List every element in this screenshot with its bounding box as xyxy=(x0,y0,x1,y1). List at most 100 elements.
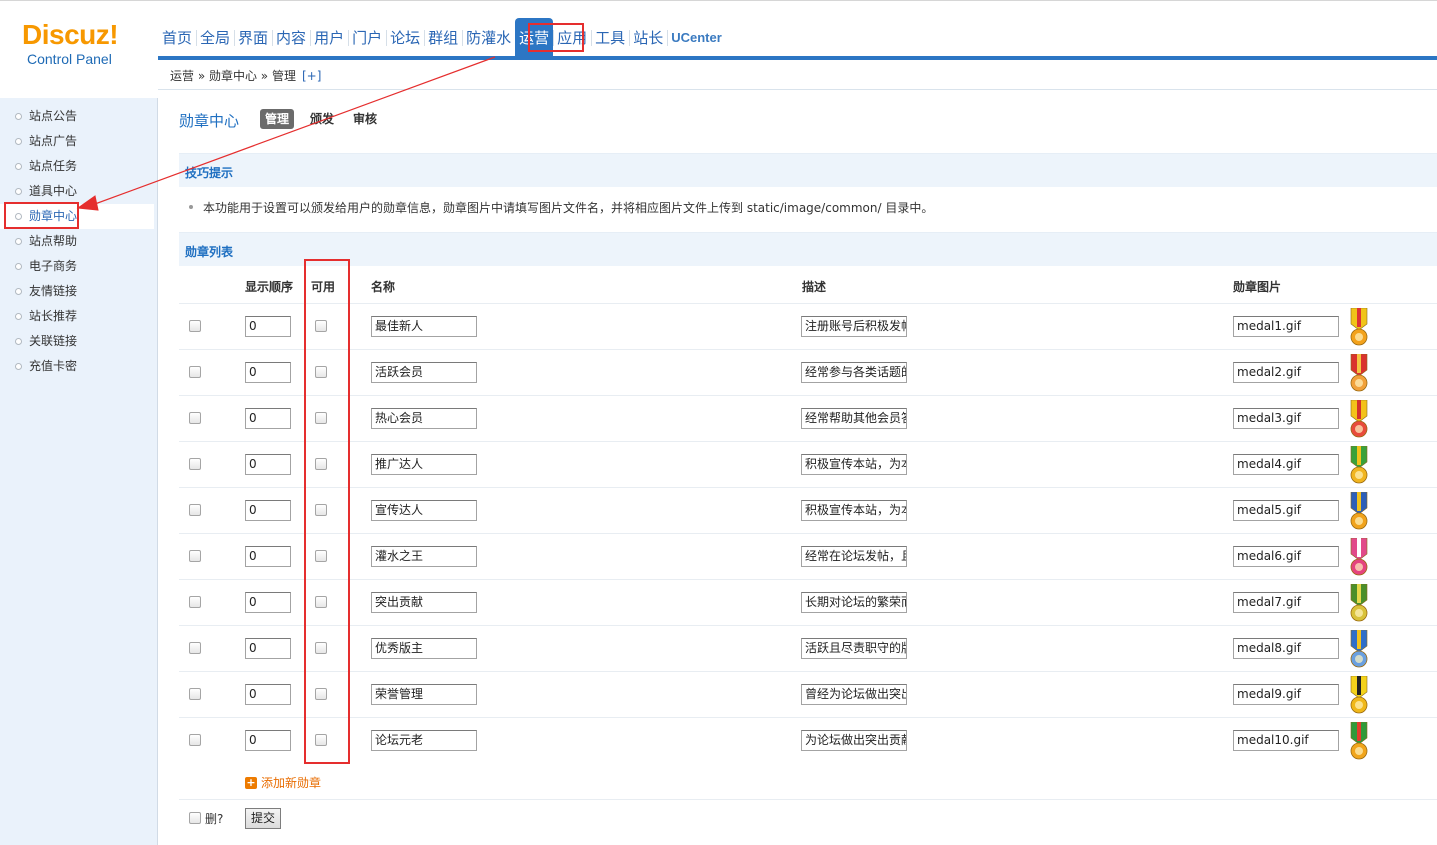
available-checkbox[interactable] xyxy=(315,688,327,700)
sidebar-item-announcements[interactable]: 站点公告 xyxy=(0,104,154,129)
logo[interactable]: Discuz! Control Panel xyxy=(22,18,157,78)
row-select-checkbox[interactable] xyxy=(189,550,201,562)
medal-name-input[interactable]: 灌水之王 xyxy=(371,546,477,567)
medal-name-input[interactable]: 突出贡献 xyxy=(371,592,477,613)
medal-description-input[interactable]: 经常帮助其他会员答 xyxy=(801,408,907,429)
row-select-checkbox[interactable] xyxy=(189,734,201,746)
nav-interface[interactable]: 界面 xyxy=(234,18,272,58)
sidebar-item-magic[interactable]: 道具中心 xyxy=(0,179,154,204)
sidebar-item-tasks[interactable]: 站点任务 xyxy=(0,154,154,179)
nav-apps[interactable]: 应用 xyxy=(553,18,591,58)
display-order-input[interactable]: 0 xyxy=(245,730,291,751)
medal-image-input[interactable]: medal6.gif xyxy=(1233,546,1339,567)
medal-description-input[interactable]: 积极宣传本站，为本 xyxy=(801,500,907,521)
bullet-icon xyxy=(15,338,22,345)
display-order-input[interactable]: 0 xyxy=(245,546,291,567)
medal-name-input[interactable]: 推广达人 xyxy=(371,454,477,475)
available-checkbox[interactable] xyxy=(315,320,327,332)
nav-forum[interactable]: 论坛 xyxy=(386,18,424,58)
sidebar-item-recommend[interactable]: 站长推荐 xyxy=(0,304,154,329)
display-order-input[interactable]: 0 xyxy=(245,592,291,613)
nav-founder[interactable]: 站长 xyxy=(629,18,667,58)
medal-description-input[interactable]: 经常参与各类话题的 xyxy=(801,362,907,383)
display-order-input[interactable]: 0 xyxy=(245,408,291,429)
nav-global[interactable]: 全局 xyxy=(196,18,234,58)
medal-description-input[interactable]: 长期对论坛的繁荣而 xyxy=(801,592,907,613)
sidebar-item-medals[interactable]: 勋章中心 xyxy=(0,204,154,229)
sidebar-item-related-links[interactable]: 关联链接 xyxy=(0,329,154,354)
medal-image-input[interactable]: medal7.gif xyxy=(1233,592,1339,613)
available-checkbox[interactable] xyxy=(315,642,327,654)
available-checkbox[interactable] xyxy=(315,734,327,746)
nav-content[interactable]: 内容 xyxy=(272,18,310,58)
tab-manage[interactable]: 管理 xyxy=(260,109,295,129)
nav-antispam[interactable]: 防灌水 xyxy=(462,18,515,58)
available-checkbox[interactable] xyxy=(315,504,327,516)
nav-portal[interactable]: 门户 xyxy=(348,18,386,58)
medal-image-input[interactable]: medal10.gif xyxy=(1233,730,1339,751)
row-select-checkbox[interactable] xyxy=(189,642,201,654)
medal-image-input[interactable]: medal8.gif xyxy=(1233,638,1339,659)
medal-name-input[interactable]: 优秀版主 xyxy=(371,638,477,659)
bullet-icon xyxy=(15,138,22,145)
medal-image-input[interactable]: medal9.gif xyxy=(1233,684,1339,705)
medal-image-input[interactable]: medal3.gif xyxy=(1233,408,1339,429)
medal-name-input[interactable]: 热心会员 xyxy=(371,408,477,429)
available-checkbox[interactable] xyxy=(315,458,327,470)
delete-all-checkbox[interactable] xyxy=(189,812,201,824)
list-header: 勋章列表 xyxy=(179,232,1437,266)
sidebar-item-ecommerce[interactable]: 电子商务 xyxy=(0,254,154,279)
medal-description-input[interactable]: 经常在论坛发帖，且 xyxy=(801,546,907,567)
medal-image-input[interactable]: medal5.gif xyxy=(1233,500,1339,521)
medal-name-input[interactable]: 最佳新人 xyxy=(371,316,477,337)
display-order-input[interactable]: 0 xyxy=(245,316,291,337)
display-order-input[interactable]: 0 xyxy=(245,500,291,521)
display-order-input[interactable]: 0 xyxy=(245,638,291,659)
display-order-input[interactable]: 0 xyxy=(245,362,291,383)
submit-button[interactable]: 提交 xyxy=(245,808,281,829)
display-order-input[interactable]: 0 xyxy=(245,684,291,705)
nav-groups[interactable]: 群组 xyxy=(424,18,462,58)
row-select-checkbox[interactable] xyxy=(189,320,201,332)
medal-icon xyxy=(1350,722,1368,760)
sidebar-item-ads[interactable]: 站点广告 xyxy=(0,129,154,154)
available-checkbox[interactable] xyxy=(315,412,327,424)
tab-review[interactable]: 审核 xyxy=(348,109,382,129)
medal-description-input[interactable]: 为论坛做出突出贡献 xyxy=(801,730,907,751)
table-row: 0 荣誉管理 曾经为论坛做出突出 medal9.gif xyxy=(179,671,1437,717)
row-select-checkbox[interactable] xyxy=(189,688,201,700)
tab-award[interactable]: 颁发 xyxy=(305,109,339,129)
medal-description-input[interactable]: 活跃且尽责职守的版 xyxy=(801,638,907,659)
nav-ucenter[interactable]: UCenter xyxy=(667,18,726,58)
sidebar-item-label: 友情链接 xyxy=(29,284,78,298)
medal-name-input[interactable]: 活跃会员 xyxy=(371,362,477,383)
medal-description-input[interactable]: 积极宣传本站，为本 xyxy=(801,454,907,475)
medal-description-input[interactable]: 注册账号后积极发帖 xyxy=(801,316,907,337)
available-checkbox[interactable] xyxy=(315,596,327,608)
breadcrumb-add-shortcut[interactable]: [+] xyxy=(302,69,321,83)
row-select-checkbox[interactable] xyxy=(189,596,201,608)
row-select-checkbox[interactable] xyxy=(189,412,201,424)
sidebar-item-label: 站点广告 xyxy=(29,134,78,148)
add-medal-link[interactable]: + 添加新勋章 xyxy=(245,774,321,791)
medal-name-input[interactable]: 荣誉管理 xyxy=(371,684,477,705)
nav-users[interactable]: 用户 xyxy=(310,18,348,58)
row-select-checkbox[interactable] xyxy=(189,458,201,470)
row-select-checkbox[interactable] xyxy=(189,504,201,516)
available-checkbox[interactable] xyxy=(315,366,327,378)
sidebar-item-help[interactable]: 站点帮助 xyxy=(0,229,154,254)
sidebar-item-cards[interactable]: 充值卡密 xyxy=(0,354,154,379)
medal-image-input[interactable]: medal1.gif xyxy=(1233,316,1339,337)
available-checkbox[interactable] xyxy=(315,550,327,562)
medal-name-input[interactable]: 宣传达人 xyxy=(371,500,477,521)
row-select-checkbox[interactable] xyxy=(189,366,201,378)
medal-description-input[interactable]: 曾经为论坛做出突出 xyxy=(801,684,907,705)
medal-image-input[interactable]: medal4.gif xyxy=(1233,454,1339,475)
nav-tools[interactable]: 工具 xyxy=(591,18,629,58)
sidebar-item-friendlinks[interactable]: 友情链接 xyxy=(0,279,154,304)
medal-name-input[interactable]: 论坛元老 xyxy=(371,730,477,751)
nav-home[interactable]: 首页 xyxy=(158,18,196,58)
medal-image-input[interactable]: medal2.gif xyxy=(1233,362,1339,383)
display-order-input[interactable]: 0 xyxy=(245,454,291,475)
nav-operations[interactable]: 运营 xyxy=(515,18,554,58)
